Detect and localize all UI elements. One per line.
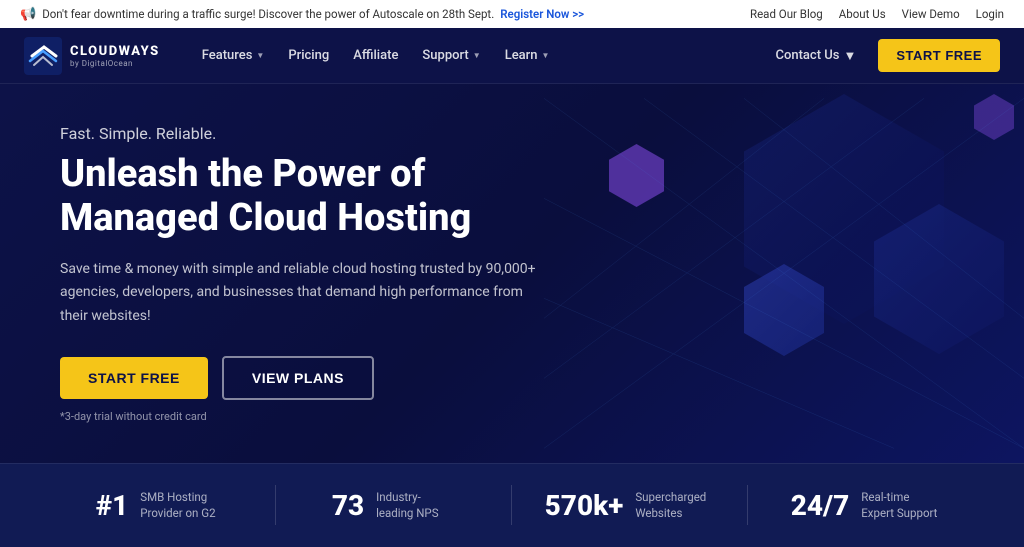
stat-item-1: 73 Industry-leading NPS [276, 489, 512, 522]
chevron-down-icon: ▼ [542, 51, 550, 60]
stat-desc-2: Supercharged Websites [635, 489, 715, 521]
nav-items: Features ▼ Pricing Affiliate Support ▼ L… [192, 42, 560, 69]
stat-number-3: 24/7 [791, 489, 850, 522]
logo-sub: by DigitalOcean [70, 59, 160, 68]
hero-section: Fast. Simple. Reliable. Unleash the Powe… [0, 84, 1024, 463]
login-link[interactable]: Login [976, 7, 1004, 21]
navbar: CLOUDWAYS by DigitalOcean Features ▼ Pri… [0, 28, 1024, 84]
navbar-right: Contact Us ▼ START FREE [765, 39, 1000, 72]
trial-note: *3-day trial without credit card [60, 410, 550, 423]
chevron-down-icon: ▼ [473, 51, 481, 60]
contact-us-button[interactable]: Contact Us ▼ [765, 42, 866, 70]
announcement-text: Don't fear downtime during a traffic sur… [42, 7, 494, 21]
hero-view-plans-button[interactable]: VIEW PLANS [222, 356, 374, 400]
stat-number-1: 73 [332, 489, 364, 522]
hero-description: Save time & money with simple and reliab… [60, 258, 550, 327]
chevron-down-icon: ▼ [843, 48, 856, 64]
start-free-button[interactable]: START FREE [878, 39, 1000, 72]
stat-desc-3: Real-time Expert Support [861, 489, 941, 521]
hero-tagline: Fast. Simple. Reliable. [60, 124, 550, 143]
logo-text: CLOUDWAYS by DigitalOcean [70, 44, 160, 68]
nav-features[interactable]: Features ▼ [192, 42, 275, 69]
announcement-right: Read Our Blog About Us View Demo Login [750, 7, 1004, 21]
stat-desc-0: SMB Hosting Provider on G2 [140, 489, 220, 521]
stats-bar: #1 SMB Hosting Provider on G2 73 Industr… [0, 463, 1024, 547]
chevron-down-icon: ▼ [256, 51, 264, 60]
megaphone-icon: 📢 [20, 7, 36, 22]
stat-number-0: #1 [96, 489, 129, 522]
announcement-bar: 📢 Don't fear downtime during a traffic s… [0, 0, 1024, 28]
register-link[interactable]: Register Now >> [500, 7, 584, 21]
navbar-left: CLOUDWAYS by DigitalOcean Features ▼ Pri… [24, 37, 559, 75]
stat-item-0: #1 SMB Hosting Provider on G2 [40, 489, 276, 522]
stat-number-2: 570k+ [545, 489, 624, 522]
stat-item-2: 570k+ Supercharged Websites [512, 489, 748, 522]
nav-affiliate[interactable]: Affiliate [343, 42, 408, 69]
hex-decoration-tiny2 [974, 94, 1014, 140]
hero-content: Fast. Simple. Reliable. Unleash the Powe… [60, 124, 550, 423]
read-blog-link[interactable]: Read Our Blog [750, 7, 823, 21]
logo-name: CLOUDWAYS [70, 44, 160, 59]
nav-support[interactable]: Support ▼ [412, 42, 490, 69]
nav-pricing[interactable]: Pricing [278, 42, 339, 69]
about-us-link[interactable]: About Us [839, 7, 886, 21]
stat-desc-1: Industry-leading NPS [376, 489, 456, 521]
stat-item-3: 24/7 Real-time Expert Support [748, 489, 984, 522]
nav-learn[interactable]: Learn ▼ [495, 42, 560, 69]
view-demo-link[interactable]: View Demo [902, 7, 960, 21]
hero-buttons: START FREE VIEW PLANS [60, 356, 550, 400]
hex-decoration-tiny [609, 144, 664, 207]
logo-icon [24, 37, 62, 75]
announcement-left: 📢 Don't fear downtime during a traffic s… [20, 7, 584, 22]
hero-start-free-button[interactable]: START FREE [60, 357, 208, 399]
hero-title: Unleash the Power ofManaged Cloud Hostin… [60, 153, 550, 240]
logo[interactable]: CLOUDWAYS by DigitalOcean [24, 37, 160, 75]
